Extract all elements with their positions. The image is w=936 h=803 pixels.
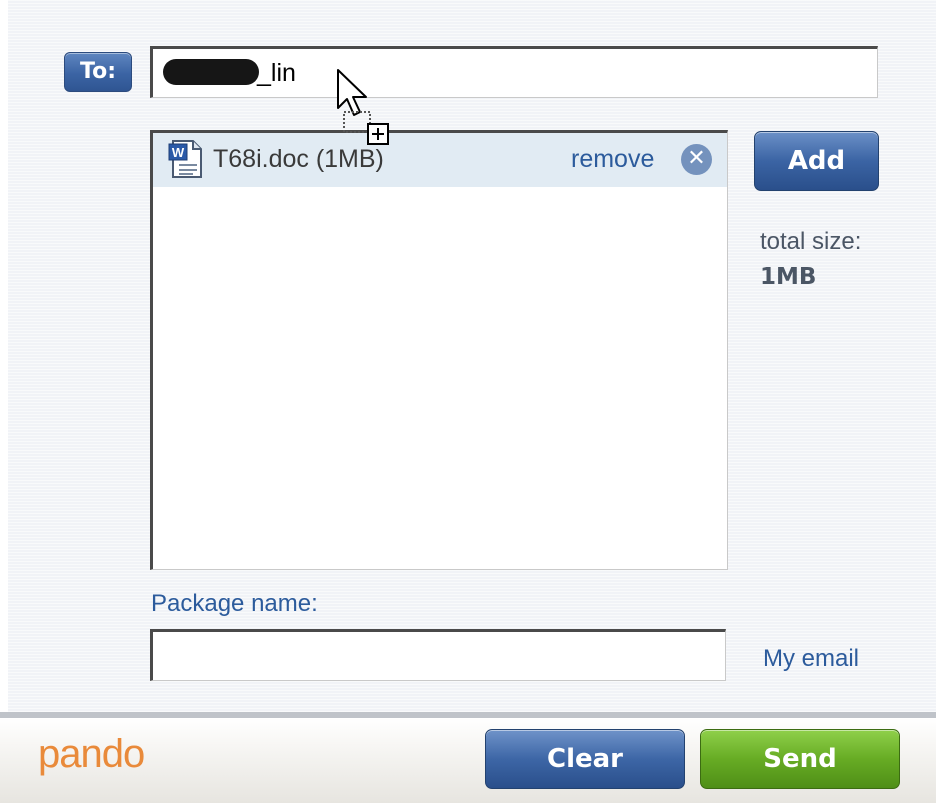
package-name-input[interactable] xyxy=(150,629,726,681)
package-name-label: Package name: xyxy=(151,590,318,617)
remove-icon[interactable]: ✕ xyxy=(681,144,712,175)
recipient-input[interactable]: _lin xyxy=(150,46,878,98)
drag-copy-cursor-icon xyxy=(337,69,389,145)
send-button[interactable]: Send xyxy=(700,729,900,789)
remove-link[interactable]: remove xyxy=(571,145,654,174)
total-size-value: 1MB xyxy=(760,264,817,290)
add-button[interactable]: Add xyxy=(754,131,879,191)
list-item[interactable]: W T68i.doc (1MB) remove ✕ xyxy=(153,133,727,187)
pando-logo: pando xyxy=(38,732,145,776)
recipient-value: _lin xyxy=(257,59,296,87)
file-list[interactable]: W T68i.doc (1MB) remove ✕ xyxy=(150,130,728,570)
word-document-icon: W xyxy=(168,140,202,178)
redacted-text xyxy=(163,59,259,85)
svg-text:W: W xyxy=(172,145,185,160)
panel-edge xyxy=(0,0,8,712)
total-size-label: total size: xyxy=(760,228,862,255)
to-button[interactable]: To: xyxy=(64,52,132,92)
my-email-link[interactable]: My email xyxy=(763,645,859,673)
clear-button[interactable]: Clear xyxy=(485,729,685,789)
